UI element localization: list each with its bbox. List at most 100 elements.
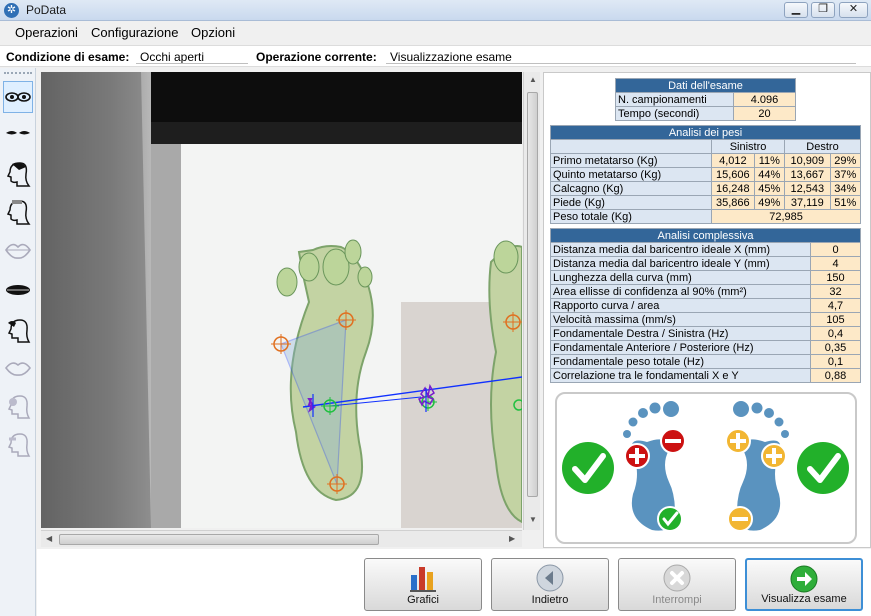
condition-label: Condizione di esame:	[6, 50, 130, 64]
weight-left-kg: 35,866	[711, 195, 755, 210]
overall-row-label: Fondamentale peso totale (Hz)	[550, 354, 811, 369]
overall-row-value: 4,7	[810, 298, 861, 313]
operation-underline	[386, 63, 856, 64]
app-logo-icon: ✲	[4, 3, 19, 18]
head-touch-icon[interactable]	[3, 314, 33, 346]
weight-row-label: Primo metatarso (Kg)	[549, 153, 713, 168]
weight-row-label: Calcagno (Kg)	[549, 181, 713, 196]
lips-outline-icon[interactable]	[3, 352, 33, 384]
weight-left-kg: 4,012	[711, 153, 755, 168]
weight-left-kg: 15,606	[711, 167, 755, 182]
left-heel-check-icon	[657, 506, 683, 532]
head-profile-icon[interactable]	[3, 158, 33, 190]
overall-row-value: 0	[810, 242, 861, 257]
overall-row-value: 150	[810, 270, 861, 285]
exam-row-label: N. campionamenti	[615, 92, 734, 107]
weight-right-pct: 51%	[829, 195, 862, 210]
toolbar-grip[interactable]	[4, 72, 32, 75]
overall-row-value: 4	[810, 256, 861, 271]
scroll-right-icon[interactable]: ▶	[509, 534, 515, 543]
weight-header-spacer	[549, 139, 713, 154]
view-exam-button-label: Visualizza esame	[761, 593, 847, 605]
back-button[interactable]: Indietro	[491, 558, 609, 611]
overall-row-label: Fondamentale Destra / Sinistra (Hz)	[550, 326, 811, 341]
overall-row-label: Fondamentale Anteriore / Posteriore (Hz)	[550, 340, 811, 355]
eyes-open-icon[interactable]	[3, 81, 33, 113]
stop-x-icon	[663, 564, 691, 592]
weight-total-value: 72,985	[711, 209, 861, 224]
condition-underline	[136, 63, 248, 64]
eyes-closed-icon[interactable]	[3, 118, 33, 150]
weight-right-kg: 12,543	[784, 181, 831, 196]
horizontal-scrollbar[interactable]: ◀ ▶	[41, 530, 522, 547]
minimize-button[interactable]: ▁	[784, 2, 808, 18]
scroll-left-icon[interactable]: ◀	[46, 534, 52, 543]
horizontal-scroll-thumb[interactable]	[59, 534, 379, 545]
overall-row-value: 0,35	[810, 340, 861, 355]
exam-data-title: Dati dell'esame	[615, 78, 796, 93]
stop-button-label: Interrompi	[652, 594, 702, 606]
menu-configurazione[interactable]: Configurazione	[91, 25, 178, 40]
camera-feet-view[interactable]	[41, 72, 522, 528]
scroll-up-icon[interactable]: ▲	[529, 75, 537, 84]
view-exam-button[interactable]: Visualizza esame	[745, 558, 863, 611]
overall-analysis-title: Analisi complessiva	[550, 228, 861, 243]
scroll-down-icon[interactable]: ▼	[529, 515, 537, 524]
foot-balance-graphic	[562, 401, 849, 532]
feet-camera-image	[41, 72, 522, 528]
head-disabled-icon[interactable]	[3, 390, 33, 422]
overall-row-value: 0,1	[810, 354, 861, 369]
weight-left-pct: 45%	[753, 181, 786, 196]
lips-icon[interactable]	[3, 234, 33, 266]
head-disabled-alt-icon[interactable]	[3, 428, 33, 460]
closed-mouth-icon[interactable]	[3, 274, 33, 306]
head-profile-alt-icon[interactable]	[3, 196, 33, 228]
graphs-button[interactable]: Grafici	[364, 558, 482, 611]
foot-balance-indicator	[555, 392, 857, 544]
weight-right-pct: 29%	[829, 153, 862, 168]
exam-row-label: Tempo (secondi)	[615, 106, 734, 121]
overall-row-label: Distanza media dal baricentro ideale X (…	[550, 242, 811, 257]
exam-row-value: 20	[733, 106, 796, 121]
weight-right-kg: 10,909	[784, 153, 831, 168]
menu-opzioni[interactable]: Opzioni	[191, 25, 235, 40]
back-arrow-icon	[536, 564, 564, 592]
graphs-button-label: Grafici	[407, 594, 439, 606]
exam-condition-bar: Condizione di esame: Occhi aperti Operaz…	[0, 45, 871, 67]
overall-row-value: 32	[810, 284, 861, 299]
current-operation-value: Visualizzazione esame	[390, 50, 512, 64]
overall-row-value: 0,88	[810, 368, 861, 383]
overall-row-label: Velocità massima (mm/s)	[550, 312, 811, 327]
maximize-button[interactable]: ❐	[811, 2, 835, 18]
weight-left-pct: 49%	[753, 195, 786, 210]
weight-row-label: Quinto metatarso (Kg)	[549, 167, 713, 182]
close-button[interactable]: ✕	[839, 2, 868, 18]
forward-arrow-icon	[790, 565, 818, 593]
stop-button[interactable]: Interrompi	[618, 558, 736, 611]
weight-left-kg: 16,248	[711, 181, 755, 196]
window-title: PoData	[26, 3, 67, 17]
weight-left-header: Sinistro	[711, 139, 786, 154]
title-bar: ✲ PoData ▁ ❐ ✕	[0, 0, 871, 21]
bar-chart-icon	[410, 567, 436, 592]
vertical-scroll-thumb[interactable]	[527, 92, 538, 497]
overall-row-label: Distanza media dal baricentro ideale Y (…	[550, 256, 811, 271]
weight-right-pct: 34%	[829, 181, 862, 196]
overall-row-value: 105	[810, 312, 861, 327]
overall-row-label: Rapporto curva / area	[550, 298, 811, 313]
menu-operazioni[interactable]: Operazioni	[15, 25, 78, 40]
weight-analysis-title: Analisi dei pesi	[550, 125, 861, 140]
weight-right-pct: 37%	[829, 167, 862, 182]
weight-right-kg: 37,119	[784, 195, 831, 210]
left-check-icon	[562, 442, 614, 494]
exam-row-value: 4.096	[733, 92, 796, 107]
current-operation-label: Operazione corrente:	[256, 50, 377, 64]
condition-toolbar	[0, 68, 36, 616]
weight-right-kg: 13,667	[784, 167, 831, 182]
vertical-scrollbar[interactable]: ▲ ▼	[523, 72, 540, 530]
weight-left-pct: 44%	[753, 167, 786, 182]
weight-row-label: Piede (Kg)	[549, 195, 713, 210]
menu-bar: Operazioni Configurazione Opzioni	[0, 21, 871, 43]
overall-analysis-table: Analisi complessiva Distanza media dal b…	[550, 228, 861, 383]
right-check-icon	[797, 442, 849, 494]
